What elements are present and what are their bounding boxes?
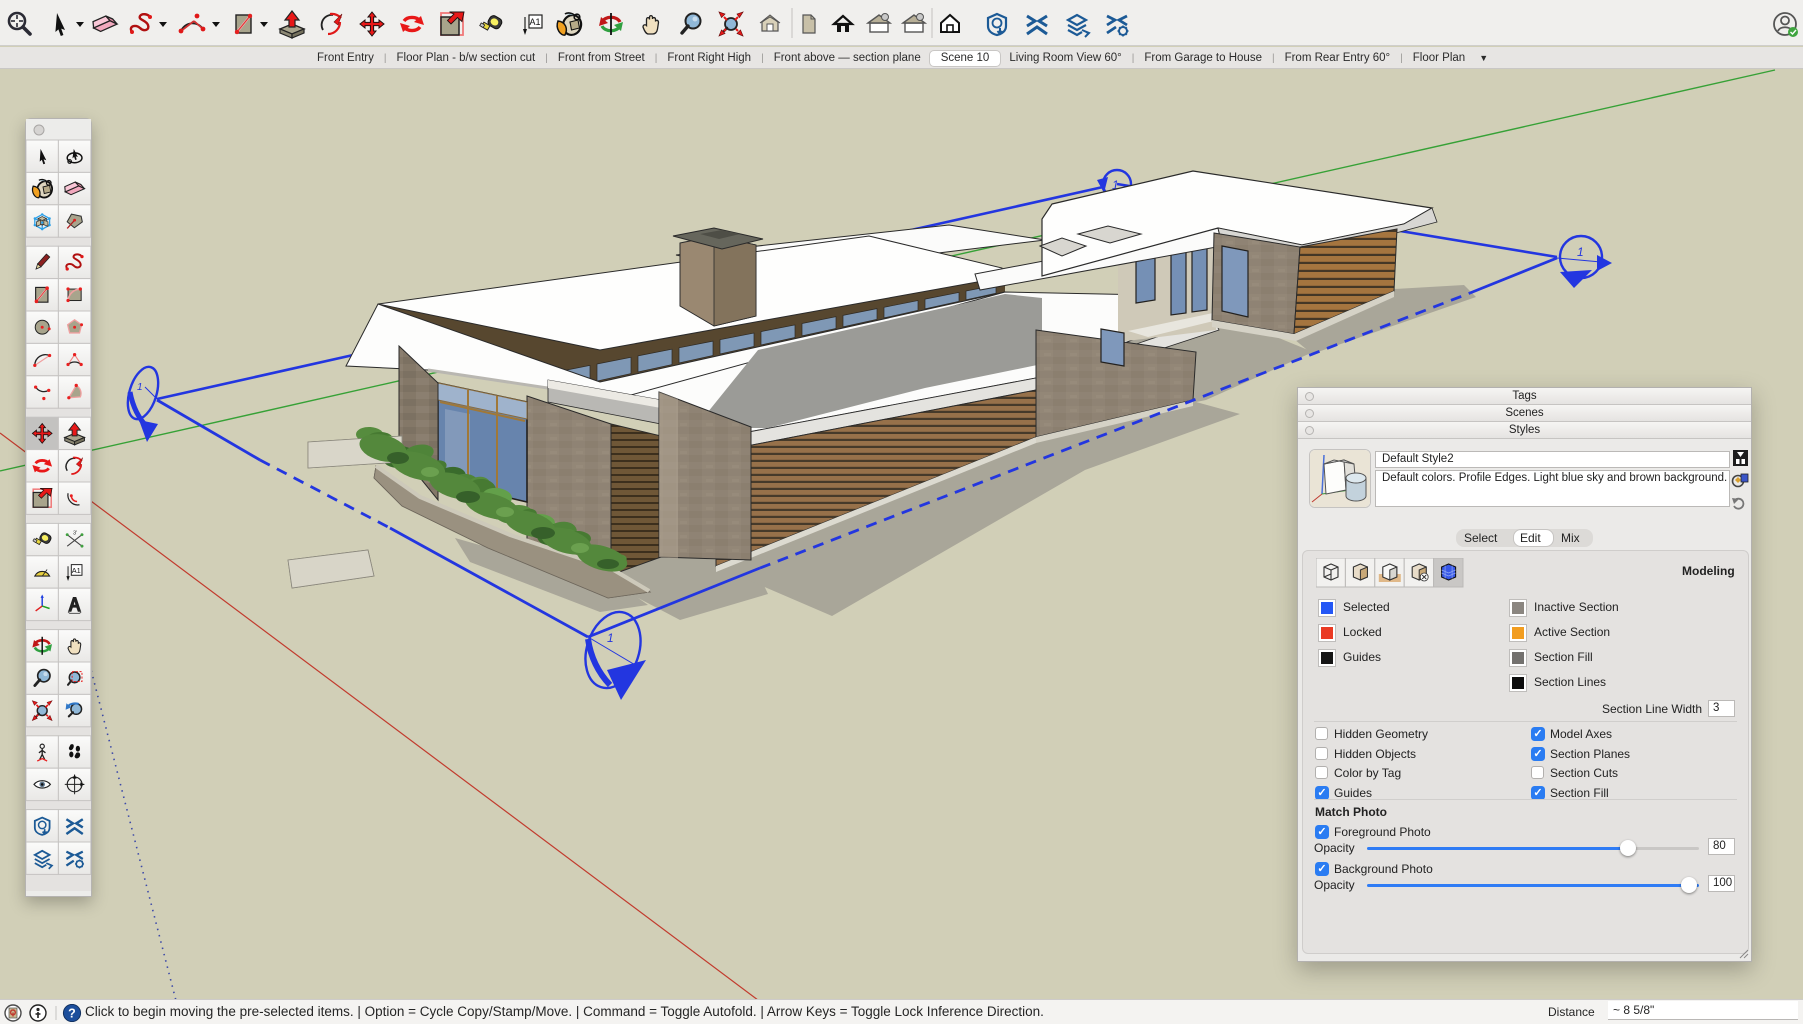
svg-text:1: 1: [607, 631, 614, 645]
svg-text:1: 1: [1577, 245, 1584, 259]
svg-text:3': 3': [73, 531, 77, 537]
svg-text:?: ?: [68, 1006, 76, 1020]
svg-text:A1: A1: [529, 17, 540, 27]
svg-text:A1: A1: [72, 566, 81, 575]
svg-text:1: 1: [137, 382, 143, 393]
